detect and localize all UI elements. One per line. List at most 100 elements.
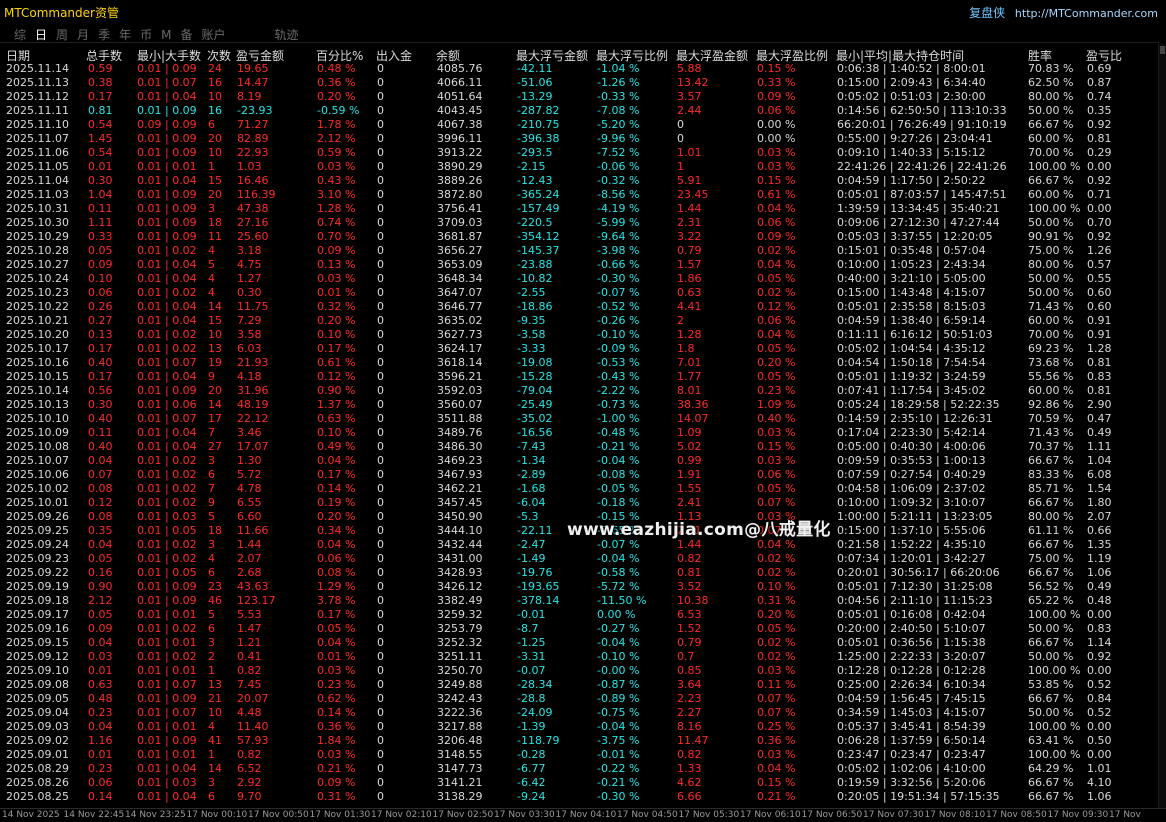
cell-pct: 0.17 % [317, 468, 356, 481]
cell-total-lots: 0.01 [88, 664, 113, 677]
table-row[interactable]: 2025.11.12 0.17 0.01 | 0.04 10 8.19 0.20 % 0 40… [0, 90, 1166, 104]
table-row[interactable]: 2025.09.19 0.90 0.01 | 0.09 23 43.63 1.29 % 0 3… [0, 580, 1166, 594]
cell-total-lots: 0.40 [88, 356, 113, 369]
table-row[interactable]: 2025.10.09 0.11 0.01 | 0.04 7 3.46 0.10 % 0 348… [0, 426, 1166, 440]
table-row[interactable]: 2025.09.04 0.23 0.01 | 0.07 10 4.48 0.14 % 0 32… [0, 706, 1166, 720]
table-row[interactable]: 2025.10.07 0.04 0.01 | 0.02 3 1.30 0.04 % 0 346… [0, 454, 1166, 468]
cell-max-float-loss-pct: -0.04 % [597, 454, 640, 467]
tab-1[interactable]: 日 [35, 26, 47, 43]
cell-hold-time: 0:05:01 | 87:03:57 | 145:47:51 [837, 188, 1007, 201]
cell-pnl: 116.39 [237, 188, 276, 201]
cell-deposit: 0 [377, 524, 384, 537]
cell-count: 27 [208, 440, 222, 453]
table-row[interactable]: 2025.10.01 0.12 0.01 | 0.02 9 6.55 0.19 % 0 345… [0, 496, 1166, 510]
table-row[interactable]: 2025.10.23 0.06 0.01 | 0.02 4 0.30 0.01 % 0 364… [0, 286, 1166, 300]
table-row[interactable]: 2025.09.01 0.01 0.01 | 0.01 1 0.82 0.03 % 0 314… [0, 748, 1166, 762]
table-row[interactable]: 2025.10.20 0.13 0.01 | 0.02 10 3.58 0.10 % 0 36… [0, 328, 1166, 342]
table-row[interactable]: 2025.10.28 0.05 0.01 | 0.02 4 3.18 0.09 % 0 365… [0, 244, 1166, 258]
cell-date: 2025.09.23 [6, 552, 69, 565]
cell-pct: 0.01 % [317, 650, 356, 663]
table-row[interactable]: 2025.10.02 0.08 0.01 | 0.02 7 4.78 0.14 % 0 346… [0, 482, 1166, 496]
table-row[interactable]: 2025.10.17 0.17 0.01 | 0.02 13 6.03 0.17 % 0 36… [0, 342, 1166, 356]
cell-total-lots: 0.08 [88, 482, 113, 495]
cell-max-float-loss: -6.42 [517, 776, 546, 789]
table-row[interactable]: 2025.09.02 1.16 0.01 | 0.09 41 57.93 1.84 % 0 3… [0, 734, 1166, 748]
cell-pnl: 17.07 [237, 440, 269, 453]
cell-hold-time: 0:20:00 | 2:40:50 | 5:10:07 [837, 622, 986, 635]
table-row[interactable]: 2025.11.14 0.59 0.01 | 0.09 24 19.65 0.48 % 0 4… [0, 62, 1166, 76]
table-row[interactable]: 2025.09.22 0.16 0.01 | 0.05 6 2.68 0.08 % 0 342… [0, 566, 1166, 580]
table-row[interactable]: 2025.09.08 0.63 0.01 | 0.07 13 7.45 0.23 % 0 32… [0, 678, 1166, 692]
table-row[interactable]: 2025.09.24 0.04 0.01 | 0.02 3 1.44 0.04 % 0 343… [0, 538, 1166, 552]
cell-balance: 3681.87 [437, 230, 483, 243]
cell-max-float-profit-pct: 0.03 % [757, 160, 796, 173]
cell-pct: 1.28 % [317, 202, 356, 215]
table-row[interactable]: 2025.11.06 0.54 0.01 | 0.09 10 22.93 0.59 % 0 3… [0, 146, 1166, 160]
table-row[interactable]: 2025.09.12 0.03 0.01 | 0.02 2 0.41 0.01 % 0 325… [0, 650, 1166, 664]
tab-6[interactable]: 币 [140, 26, 152, 43]
cell-max-float-profit: 1.44 [677, 538, 702, 551]
table-row[interactable]: 2025.11.04 0.30 0.01 | 0.04 15 16.46 0.43 % 0 3… [0, 174, 1166, 188]
tab-7[interactable]: M [161, 28, 171, 42]
cell-max-float-loss: -145.37 [517, 244, 560, 257]
table-row[interactable]: 2025.09.16 0.09 0.01 | 0.02 6 1.47 0.05 % 0 325… [0, 622, 1166, 636]
table-row[interactable]: 2025.10.13 0.30 0.01 | 0.06 14 48.19 1.37 % 0 3… [0, 398, 1166, 412]
table-row[interactable]: 2025.10.27 0.09 0.01 | 0.04 5 4.75 0.13 % 0 365… [0, 258, 1166, 272]
tab-2[interactable]: 周 [56, 26, 68, 43]
table-row[interactable]: 2025.11.10 0.54 0.09 | 0.09 6 71.27 1.78 % 0 40… [0, 118, 1166, 132]
table-row[interactable]: 2025.10.14 0.56 0.01 | 0.09 20 31.96 0.90 % 0 3… [0, 384, 1166, 398]
table-row[interactable]: 2025.08.26 0.06 0.01 | 0.03 3 2.92 0.09 % 0 314… [0, 776, 1166, 790]
table-row[interactable]: 2025.10.08 0.40 0.01 | 0.04 27 17.07 0.49 % 0 3… [0, 440, 1166, 454]
tab-0[interactable]: 综 [14, 26, 26, 43]
cell-max-float-loss-pct: -1.00 % [597, 412, 640, 425]
table-row[interactable]: 2025.09.03 0.04 0.01 | 0.01 4 11.40 0.36 % 0 32… [0, 720, 1166, 734]
cell-pct: 0.09 % [317, 244, 356, 257]
cell-date: 2025.11.07 [6, 132, 69, 145]
table-row[interactable]: 2025.11.05 0.01 0.01 | 0.01 1 1.03 0.03 % 0 389… [0, 160, 1166, 174]
table-row[interactable]: 2025.10.06 0.07 0.01 | 0.02 6 5.72 0.17 % 0 346… [0, 468, 1166, 482]
table-row[interactable]: 2025.11.07 1.45 0.01 | 0.09 20 82.89 2.12 % 0 3… [0, 132, 1166, 146]
table-row[interactable]: 2025.10.24 0.10 0.01 | 0.04 4 1.27 0.03 % 0 364… [0, 272, 1166, 286]
table-row[interactable]: 2025.10.31 0.11 0.01 | 0.09 3 47.38 1.28 % 0 37… [0, 202, 1166, 216]
table-row[interactable]: 2025.10.21 0.27 0.01 | 0.04 15 7.29 0.20 % 0 36… [0, 314, 1166, 328]
cell-pl-ratio: 0.87 [1087, 76, 1112, 89]
cell-hold-time: 0:05:24 | 18:29:58 | 52:22:35 [837, 398, 1000, 411]
cell-win-rate: 60.00 % [1028, 314, 1074, 327]
table-row[interactable]: 2025.11.11 0.81 0.01 | 0.09 16 -23.93 -0.59 %… [0, 104, 1166, 118]
table-row[interactable]: 2025.09.17 0.05 0.01 | 0.01 5 5.53 0.17 % 0 325… [0, 608, 1166, 622]
table-row[interactable]: 2025.09.23 0.05 0.01 | 0.02 4 2.07 0.06 % 0 343… [0, 552, 1166, 566]
tab-10[interactable]: 轨迹 [275, 26, 299, 43]
table-row[interactable]: 2025.11.13 0.38 0.01 | 0.07 16 14.47 0.36 % 0 4… [0, 76, 1166, 90]
table-row[interactable]: 2025.10.22 0.26 0.01 | 0.04 14 11.75 0.32 % 0 3… [0, 300, 1166, 314]
table-scrollbar[interactable] [1158, 44, 1166, 808]
cell-balance: 3647.07 [437, 286, 483, 299]
cell-max-float-profit-pct: 0.21 % [757, 790, 796, 803]
cell-lot-range: 0.01 | 0.02 [137, 244, 197, 257]
scrollbar-thumb[interactable] [1160, 46, 1165, 54]
table-row[interactable]: 2025.09.05 0.48 0.01 | 0.09 21 20.07 0.62 % 0 3… [0, 692, 1166, 706]
table-row[interactable]: 2025.09.18 2.12 0.01 | 0.09 46 123.17 3.78 % 0… [0, 594, 1166, 608]
table-row[interactable]: 2025.09.10 0.01 0.01 | 0.01 1 0.82 0.03 % 0 325… [0, 664, 1166, 678]
cell-total-lots: 0.30 [88, 174, 113, 187]
tab-3[interactable]: 月 [77, 26, 89, 43]
cell-max-float-profit: 1.01 [677, 146, 702, 159]
cell-max-float-profit: 2 [677, 314, 684, 327]
website-link[interactable]: http://MTCommander.com [1015, 7, 1158, 20]
cell-pl-ratio: 0.49 [1087, 426, 1112, 439]
table-row[interactable]: 2025.10.30 1.11 0.01 | 0.09 18 27.16 0.74 % 0 3… [0, 216, 1166, 230]
table-row[interactable]: 2025.10.10 0.40 0.01 | 0.07 17 22.12 0.63 % 0 3… [0, 412, 1166, 426]
tab-9[interactable]: 账户 [201, 26, 225, 43]
table-row[interactable]: 2025.09.15 0.04 0.01 | 0.01 3 1.21 0.04 % 0 325… [0, 636, 1166, 650]
cell-lot-range: 0.01 | 0.03 [137, 776, 197, 789]
cell-pl-ratio: 0.00 [1087, 720, 1112, 733]
tab-4[interactable]: 季 [98, 26, 110, 43]
table-row[interactable]: 2025.11.03 1.04 0.01 | 0.09 20 116.39 3.10 % 0… [0, 188, 1166, 202]
table-row[interactable]: 2025.10.16 0.40 0.01 | 0.07 19 21.93 0.61 % 0 3… [0, 356, 1166, 370]
table-row[interactable]: 2025.08.25 0.14 0.01 | 0.04 6 9.70 0.31 % 0 313… [0, 790, 1166, 804]
tab-5[interactable]: 年 [119, 26, 131, 43]
table-row[interactable]: 2025.10.15 0.17 0.01 | 0.04 9 4.18 0.12 % 0 359… [0, 370, 1166, 384]
table-row[interactable]: 2025.10.29 0.33 0.01 | 0.09 11 25.60 0.70 % 0 3… [0, 230, 1166, 244]
tab-8[interactable]: 备 [180, 26, 192, 43]
cell-pct: 0.59 % [317, 146, 356, 159]
table-row[interactable]: 2025.08.29 0.23 0.01 | 0.04 14 6.52 0.21 % 0 31… [0, 762, 1166, 776]
